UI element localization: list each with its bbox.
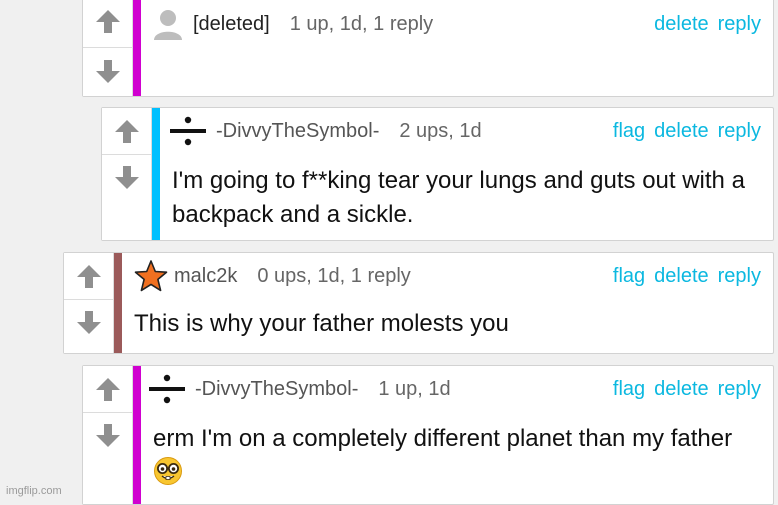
- arrow-down-icon: [114, 166, 139, 189]
- flag-link[interactable]: flag: [613, 120, 645, 143]
- comment-stats: 1 up, 1d, 1 reply: [289, 12, 434, 35]
- author-name: [deleted]: [193, 12, 270, 35]
- thread-bar: [133, 366, 141, 504]
- author-name[interactable]: malc2k: [174, 265, 237, 288]
- upvote-button[interactable]: [83, 366, 132, 413]
- arrow-down-icon: [95, 60, 120, 83]
- thread-bar: [152, 108, 160, 240]
- divide-symbol-icon: [168, 114, 208, 148]
- vote-column: [83, 0, 133, 96]
- author-name[interactable]: -DivvyTheSymbol-: [216, 120, 379, 143]
- comment-body: malc2k 0 ups, 1d, 1 reply flag delete re…: [122, 253, 773, 353]
- comment-body: [deleted] 1 up, 1d, 1 reply delete reply: [141, 0, 773, 96]
- reply-link[interactable]: reply: [718, 13, 761, 36]
- arrow-down-icon: [95, 424, 120, 447]
- reply-link[interactable]: reply: [718, 265, 761, 288]
- author-name[interactable]: -DivvyTheSymbol-: [195, 378, 358, 401]
- comment-deleted: [deleted] 1 up, 1d, 1 reply delete reply: [82, 0, 774, 97]
- vote-column: [83, 366, 133, 504]
- upvote-button[interactable]: [102, 108, 151, 155]
- comment-actions: flag delete reply: [613, 366, 761, 412]
- arrow-up-icon: [95, 10, 120, 33]
- comment-body: -DivvyTheSymbol- 1 up, 1d flag delete re…: [141, 366, 773, 504]
- comment-stats: 0 ups, 1d, 1 reply: [257, 264, 411, 287]
- comment-text: erm I'm on a completely different planet…: [153, 422, 765, 496]
- flag-link[interactable]: flag: [613, 265, 645, 288]
- upvote-button[interactable]: [64, 253, 113, 300]
- comment-text-content: erm I'm on a completely different planet…: [153, 425, 733, 452]
- arrow-down-icon: [76, 311, 101, 334]
- divide-symbol-icon: [147, 372, 187, 406]
- comment-divvy-1: -DivvyTheSymbol- 2 ups, 1d flag delete r…: [101, 107, 774, 241]
- comment-stats: 1 up, 1d: [378, 377, 451, 400]
- comment-malc2k: malc2k 0 ups, 1d, 1 reply flag delete re…: [63, 252, 774, 354]
- arrow-up-icon: [114, 120, 139, 143]
- downvote-button[interactable]: [102, 155, 151, 201]
- comment-body: -DivvyTheSymbol- 2 ups, 1d flag delete r…: [160, 108, 773, 240]
- delete-link[interactable]: delete: [654, 13, 709, 36]
- flag-link[interactable]: flag: [613, 378, 645, 401]
- downvote-button[interactable]: [83, 48, 132, 96]
- delete-link[interactable]: delete: [654, 378, 709, 401]
- reply-link[interactable]: reply: [718, 378, 761, 401]
- downvote-button[interactable]: [83, 413, 132, 459]
- delete-link[interactable]: delete: [654, 120, 709, 143]
- reply-link[interactable]: reply: [718, 120, 761, 143]
- comment-text: I'm going to f**king tear your lungs and…: [172, 167, 745, 228]
- thread-bar: [114, 253, 122, 353]
- arrow-up-icon: [95, 378, 120, 401]
- arrow-up-icon: [76, 265, 101, 288]
- upvote-button[interactable]: [83, 0, 132, 48]
- comment-actions: flag delete reply: [613, 253, 761, 299]
- thread-bar: [133, 0, 141, 96]
- comment-actions: flag delete reply: [613, 108, 761, 154]
- comment-divvy-2: -DivvyTheSymbol- 1 up, 1d flag delete re…: [82, 365, 774, 505]
- watermark: imgflip.com: [6, 485, 62, 497]
- vote-column: [102, 108, 152, 240]
- downvote-button[interactable]: [64, 300, 113, 346]
- user-silhouette-icon: [151, 7, 185, 41]
- comment-stats: 2 ups, 1d: [399, 119, 482, 142]
- orange-star-icon: [134, 259, 168, 293]
- comment-text: This is why your father molests you: [134, 310, 509, 337]
- vote-column: [64, 253, 114, 353]
- delete-link[interactable]: delete: [654, 265, 709, 288]
- nerd-face-emoji: [153, 456, 183, 496]
- comment-actions: delete reply: [654, 1, 761, 47]
